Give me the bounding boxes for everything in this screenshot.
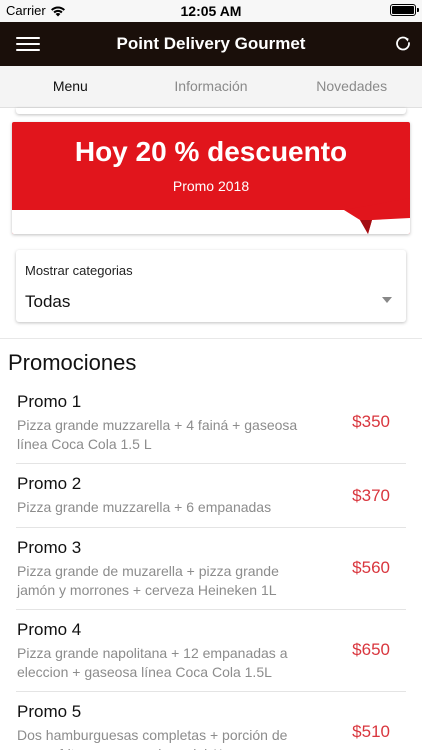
promo-price: $370 xyxy=(352,486,390,505)
status-bar: Carrier 12:05 AM xyxy=(0,0,422,22)
tab-menu[interactable]: Menu xyxy=(0,66,141,107)
promo-name: Promo 3 xyxy=(17,538,82,557)
list-item[interactable]: Promo 1 Pizza grande muzzarella + 4 fain… xyxy=(16,382,406,464)
refresh-icon[interactable] xyxy=(394,34,412,52)
promo-name: Promo 1 xyxy=(17,392,82,411)
category-select[interactable]: Mostrar categorias Todas xyxy=(16,250,406,322)
list-item[interactable]: Promo 4 Pizza grande napolitana + 12 emp… xyxy=(16,610,406,692)
ribbon-icon xyxy=(344,198,410,234)
tab-bar: Menu Información Novedades xyxy=(0,66,422,108)
battery-icon xyxy=(390,4,419,16)
promo-description: Dos hamburguesas completas + porción de … xyxy=(17,727,288,750)
scrolled-card-edge xyxy=(16,108,406,114)
promo-banner[interactable]: Hoy 20 % descuento Promo 2018 xyxy=(12,122,410,234)
category-select-label: Mostrar categorias xyxy=(25,263,133,278)
promo-headline: Hoy 20 % descuento xyxy=(74,136,348,167)
app-bar: Point Delivery Gourmet xyxy=(0,22,422,66)
tab-novedades[interactable]: Novedades xyxy=(281,66,422,107)
promo-name: Promo 2 xyxy=(17,474,82,493)
promo-price: $650 xyxy=(352,640,390,659)
list-item[interactable]: Promo 5 Dos hamburguesas completas + por… xyxy=(16,692,406,750)
promo-description: Pizza grande muzzarella + 4 fainá + gase… xyxy=(17,417,298,452)
promo-description: Pizza grande napolitana + 12 empanadas a… xyxy=(17,645,288,680)
tab-informacion[interactable]: Información xyxy=(141,66,282,107)
promo-name: Promo 5 xyxy=(17,702,82,721)
list-item[interactable]: Promo 3 Pizza grande de muzarella + pizz… xyxy=(16,528,406,610)
promo-price: $560 xyxy=(352,558,390,577)
category-select-value: Todas xyxy=(25,292,71,311)
promotions-list: Promo 1 Pizza grande muzzarella + 4 fain… xyxy=(0,382,422,750)
promo-price: $510 xyxy=(352,722,390,741)
section-title: Promociones xyxy=(8,350,137,375)
promo-description: Pizza grande de muzarella + pizza grande… xyxy=(17,563,279,598)
caret-down-icon xyxy=(382,297,392,303)
section-divider xyxy=(0,338,422,339)
promo-description: Pizza grande muzzarella + 6 empanadas xyxy=(17,499,272,515)
battery-level xyxy=(392,6,414,14)
promo-subtitle: Promo 2018 xyxy=(172,178,250,194)
app-title: Point Delivery Gourmet xyxy=(116,34,306,53)
list-item[interactable]: Promo 2 Pizza grande muzzarella + 6 empa… xyxy=(16,464,406,528)
promo-name: Promo 4 xyxy=(17,620,82,639)
clock: 12:05 AM xyxy=(180,3,242,19)
promo-price: $350 xyxy=(352,412,390,431)
